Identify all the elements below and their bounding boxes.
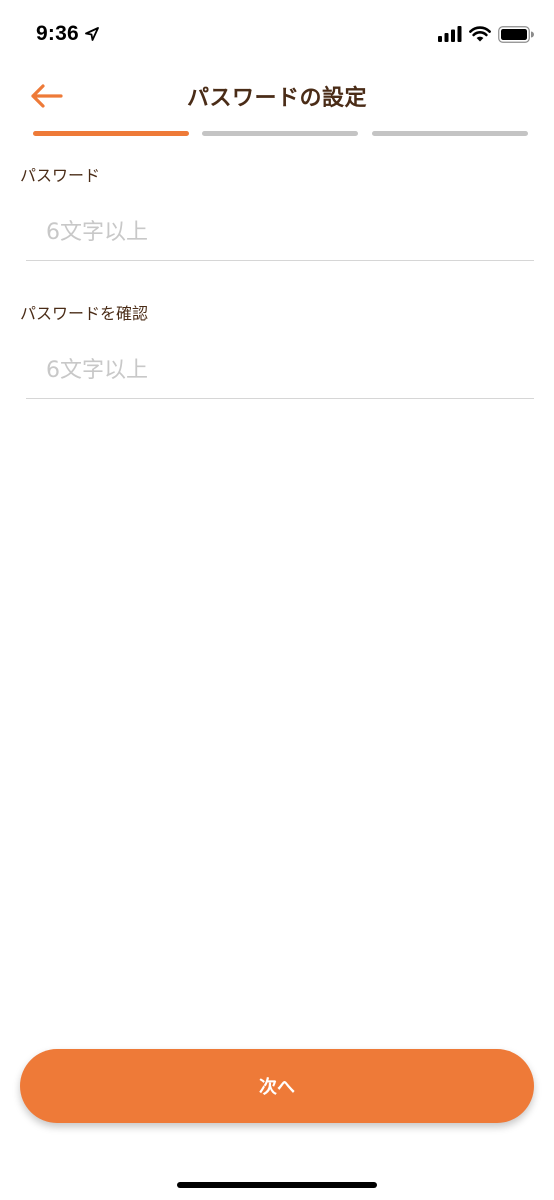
password-input[interactable]: [26, 205, 534, 261]
cellular-signal-icon: [438, 26, 462, 42]
home-indicator: [177, 1182, 377, 1188]
step-progress: [33, 131, 528, 136]
password-label: パスワード: [20, 166, 101, 185]
navigation-header: パスワードの設定: [0, 66, 554, 128]
step-indicator-1: [33, 131, 189, 136]
status-time: 9:36: [36, 22, 79, 45]
status-bar: 9:36: [0, 0, 554, 66]
wifi-icon: [469, 26, 491, 42]
confirm-password-input[interactable]: [26, 343, 534, 399]
status-time-group: 9:36: [36, 20, 99, 48]
location-arrow-icon: [84, 27, 99, 41]
step-indicator-2: [202, 131, 358, 136]
next-button[interactable]: 次へ: [20, 1049, 534, 1123]
step-indicator-3: [372, 131, 528, 136]
battery-icon: [498, 25, 534, 43]
status-icons: [438, 22, 534, 46]
confirm-password-label: パスワードを確認: [20, 304, 149, 323]
page-title: パスワードの設定: [186, 86, 367, 111]
